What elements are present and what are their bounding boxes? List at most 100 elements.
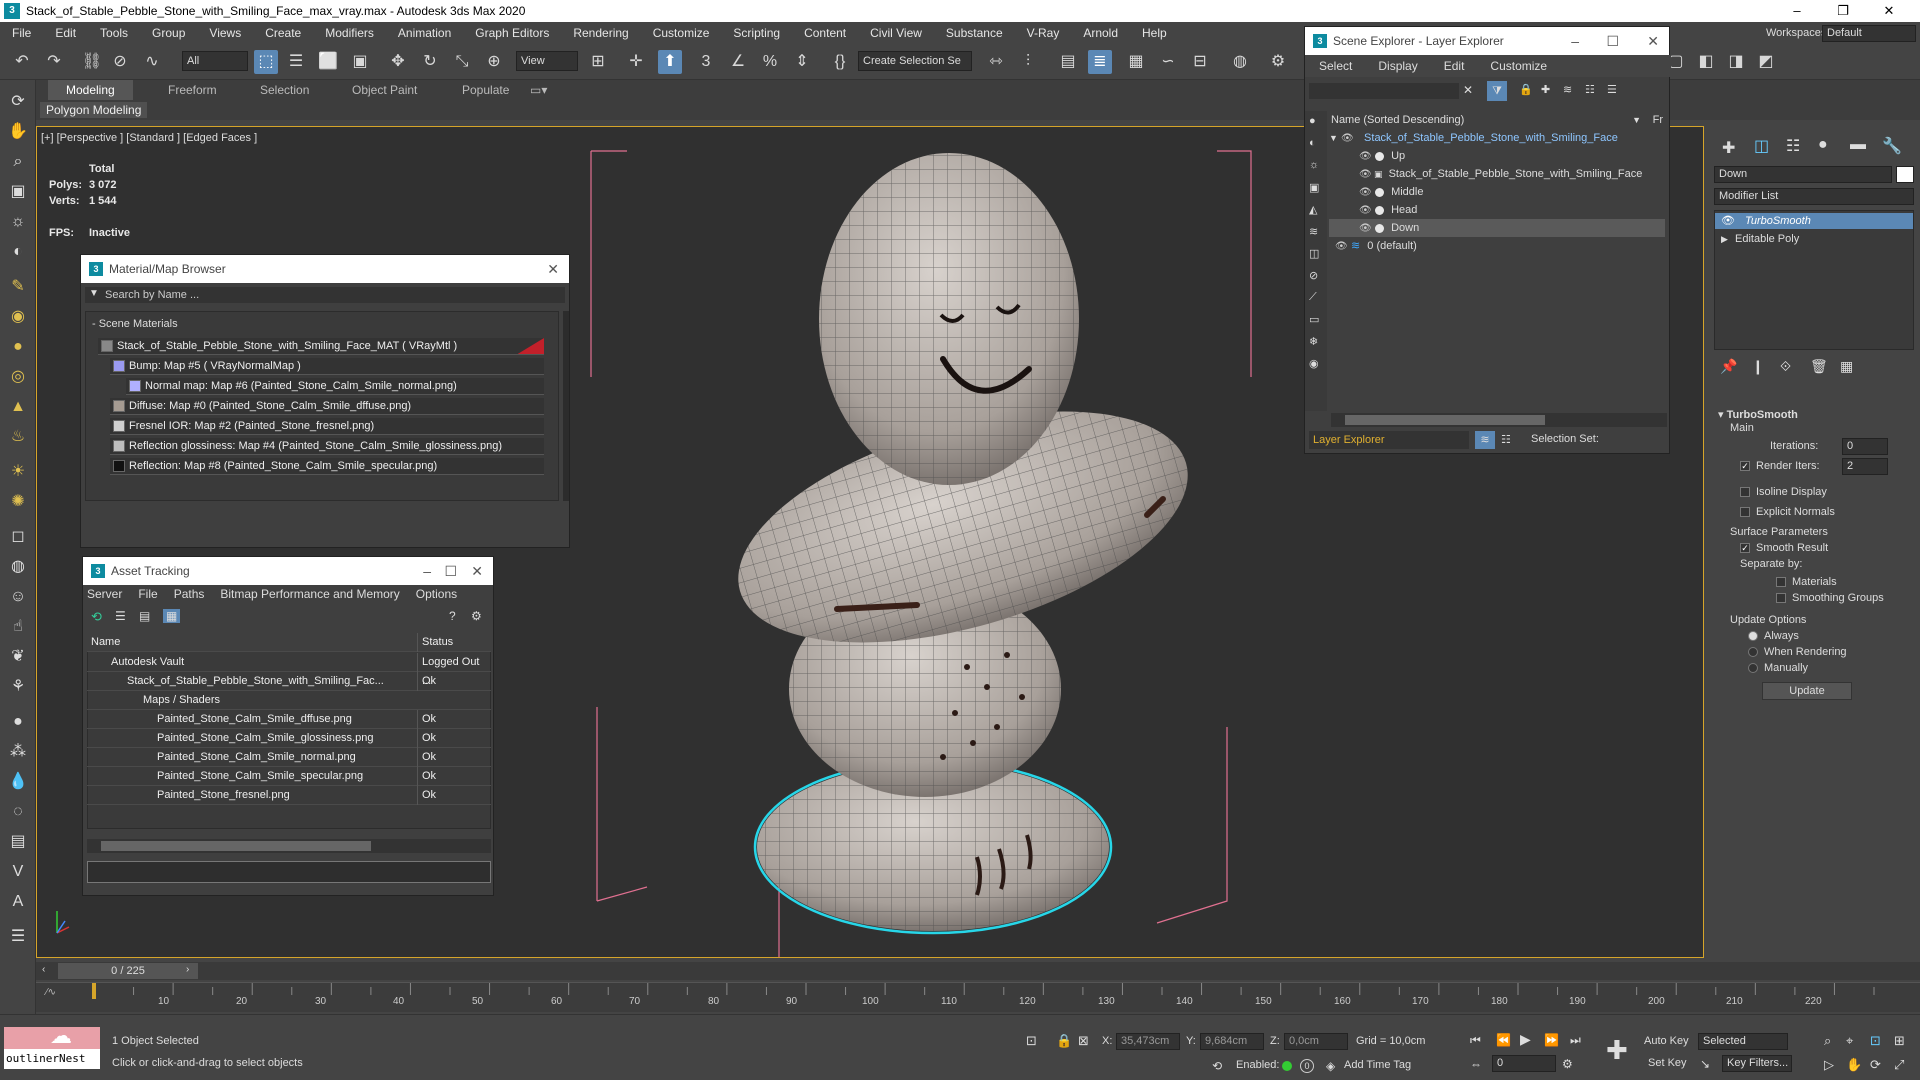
close-icon[interactable]: ✕ [1866,0,1912,22]
schematic-view-icon[interactable]: ⊟ [1188,50,1212,74]
hierarchy-tab-icon[interactable]: ☷ [1786,136,1800,156]
key-filter-icon[interactable]: ↘ [1700,1057,1710,1071]
table-row[interactable]: Maps / Shaders [87,691,491,710]
render-in-cloud-icon[interactable]: ◩ [1754,50,1778,74]
ribbon-tab-modeling[interactable]: Modeling [48,80,133,100]
expand-arrow-icon[interactable]: ▶ [1721,231,1728,247]
ribbon-tab-object-paint[interactable]: Object Paint [334,80,435,100]
mirror-icon[interactable]: ⇿ [984,50,1008,74]
brush-icon[interactable]: ✎ [6,275,30,299]
menu-bitmap-performance[interactable]: Bitmap Performance and Memory [220,587,399,605]
redo-icon[interactable]: ↷ [42,50,66,74]
time-slider[interactable]: ‹ 0 / 225 › [36,962,1920,980]
add-time-tag[interactable]: Add Time Tag [1344,1059,1411,1071]
close-icon[interactable]: ✕ [1647,27,1659,55]
pan-view-icon[interactable]: ✋ [1846,1057,1862,1073]
material-row-normal[interactable]: Normal map: Map #6 (Painted_Stone_Calm_S… [126,378,544,395]
select-object-icon[interactable]: ⬚ [254,50,278,74]
spinner-snap-icon[interactable]: ⇕ [790,50,814,74]
ribbon-options-icon[interactable]: ▭▾ [526,80,551,100]
list-icon[interactable]: ☰ [6,925,30,949]
camera-icon[interactable]: ▣ [6,180,30,204]
menu-substance[interactable]: Substance [934,22,1015,44]
play-icon[interactable]: ▶ [1520,1031,1531,1048]
edit-named-selection-icon[interactable]: {} [828,50,852,74]
text-icon[interactable]: A [6,890,30,914]
layer-stack-icon[interactable]: ≋ [1563,83,1572,96]
zoom-icon[interactable]: ⌕ [1824,1033,1831,1049]
burst-icon[interactable]: ✺ [6,490,30,514]
person-icon[interactable]: ☺ [6,585,30,609]
toggle-layer-explorer-icon[interactable]: ≣ [1088,50,1112,74]
material-row-reflection[interactable]: Reflection: Map #8 (Painted_Stone_Calm_S… [110,458,544,475]
hand-icon[interactable]: ☝ [6,615,30,639]
paint-icon[interactable]: ◉ [6,305,30,329]
minimize-icon[interactable]: – [1774,0,1820,22]
pivot-center-icon[interactable]: ⊞ [586,50,610,74]
absolute-mode-icon[interactable]: ⊠ [1078,1033,1089,1049]
refresh-icon[interactable]: ⟲ [91,609,102,625]
menu-animation[interactable]: Animation [386,22,463,44]
material-row-main[interactable]: Stack_of_Stable_Pebble_Stone_with_Smilin… [98,338,544,355]
show-end-result-icon[interactable]: ❙ [1752,358,1764,375]
menu-display[interactable]: Display [1378,55,1417,77]
selection-set-icon[interactable]: ☷ [1501,433,1511,446]
eye-icon[interactable]: 👁 [1359,202,1372,220]
current-frame-marker[interactable] [92,983,96,999]
auto-key-button[interactable]: Auto Key [1644,1035,1689,1047]
toggle-ribbon-icon[interactable]: ▦ [1124,50,1148,74]
ball-icon[interactable]: ● [6,710,30,734]
close-icon[interactable]: ✕ [547,255,559,283]
table-row[interactable]: Painted_Stone_Calm_Smile_normal.png Ok [87,748,491,767]
material-row-bump[interactable]: Bump: Map #5 ( VRayNormalMap ) [110,358,544,375]
always-radio[interactable] [1748,631,1758,642]
menu-options[interactable]: Options [416,587,457,605]
frozen-filter-icon[interactable]: ❄ [1309,335,1318,348]
percent-snap-icon[interactable]: % [758,50,782,74]
smoothing-groups-toggle[interactable]: Smoothing Groups [1776,592,1884,604]
plant-icon[interactable]: ⚘ [6,675,30,699]
table-row[interactable]: Painted_Stone_Calm_Smile_specular.png Ok [87,767,491,786]
render-iters-checkbox[interactable]: ✓ [1740,461,1750,472]
object-color-swatch[interactable] [1896,166,1914,183]
menu-graph-editors[interactable]: Graph Editors [463,22,561,44]
eye-icon[interactable]: 👁 [1359,220,1372,238]
cylinder-icon[interactable]: ◍ [6,555,30,579]
scale-icon[interactable]: ⤡ [450,50,474,74]
update-manually-option[interactable]: Manually [1748,662,1808,674]
maximize-viewport-icon[interactable]: ⤢ [1894,1057,1904,1073]
material-row-diffuse[interactable]: Diffuse: Map #0 (Painted_Stone_Calm_Smil… [110,398,544,415]
layers-icon[interactable]: ▤ [6,830,30,854]
object-name-field[interactable]: Down [1714,166,1892,183]
time-config-icon[interactable]: ⚙ [1562,1057,1573,1071]
maximize-icon[interactable]: ☐ [1606,27,1619,55]
window-crossing-icon[interactable]: ▣ [348,50,372,74]
menu-vray[interactable]: V-Ray [1015,22,1072,44]
molecule-icon[interactable]: ⁂ [6,740,30,764]
undo-icon[interactable]: ↶ [10,50,34,74]
menu-customize[interactable]: Customize [1490,55,1547,77]
time-tag-icon[interactable]: 0 [1300,1059,1314,1073]
when-rendering-radio[interactable] [1748,647,1758,658]
move-icon[interactable]: ✥ [386,50,410,74]
rotate-icon[interactable]: ↻ [418,50,442,74]
object-row-middle[interactable]: 👁 Middle [1329,183,1665,201]
column-name[interactable]: Name [87,636,120,648]
menu-select[interactable]: Select [1319,55,1352,77]
table-row[interactable]: Stack_of_Stable_Pebble_Stone_with_Smilin… [87,672,491,691]
stone-head[interactable] [819,153,1079,485]
workspaces-dropdown[interactable]: Default [1822,25,1916,42]
container-filter-icon[interactable]: ▭ [1309,313,1319,326]
iterations-spinner[interactable]: 0 [1842,438,1888,455]
table-row[interactable]: Painted_Stone_Calm_Smile_dffuse.png Ok [87,710,491,729]
angle-snap-icon[interactable]: ∠ [726,50,750,74]
render-iterative-icon[interactable]: ◨ [1724,50,1748,74]
modify-tab-icon[interactable]: ◫ [1754,136,1769,156]
key-filters-button[interactable]: Key Filters... [1722,1055,1792,1072]
render-production-icon[interactable]: ◧ [1694,50,1718,74]
spacewarp-filter-icon[interactable]: ≋ [1309,225,1318,238]
object-row-stack[interactable]: 👁 ▣ Stack_of_Stable_Pebble_Stone_with_Smi… [1329,165,1665,183]
geometry-filter-icon[interactable]: ● [1309,115,1316,127]
goto-end-icon[interactable]: ⏭ [1570,1033,1581,1048]
curve-editor-mini-icon[interactable]: ⁄∿ [46,987,56,998]
